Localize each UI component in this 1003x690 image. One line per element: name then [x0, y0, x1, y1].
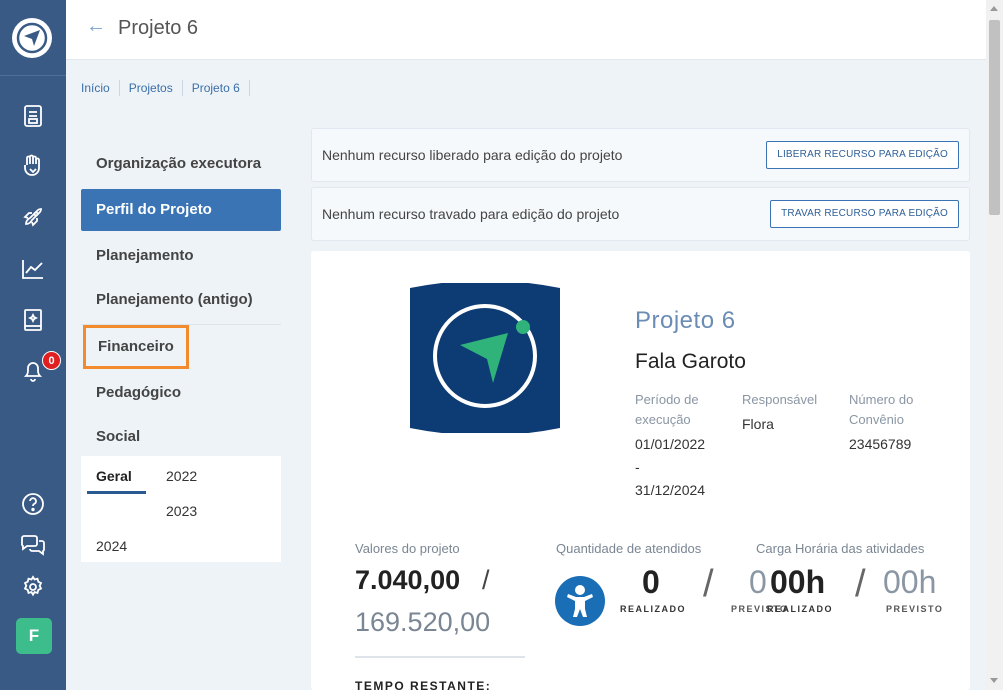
- valor-slash: /: [482, 565, 490, 595]
- tab-2023[interactable]: 2023: [166, 503, 197, 519]
- unlocked-resources-card: Nenhum recurso liberado para edição do p…: [311, 128, 970, 182]
- tempo-restante-label: TEMPO RESTANTE:: [355, 679, 492, 690]
- valor-realizado: 7.040,00: [355, 565, 461, 595]
- carga-slash: /: [855, 563, 866, 605]
- project-subtitle: Fala Garoto: [635, 350, 746, 373]
- unlocked-resources-text: Nenhum recurso liberado para edição do p…: [322, 147, 623, 163]
- scrollbar[interactable]: [986, 0, 1003, 690]
- menu-item-perfil[interactable]: Perfil do Projeto: [81, 189, 281, 231]
- notification-badge: 0: [42, 351, 61, 370]
- carga-label: Carga Horária das atividades: [756, 541, 925, 556]
- top-header: ← Projeto 6: [66, 0, 986, 60]
- menu-item-social[interactable]: Social: [81, 415, 281, 459]
- periodo-dash: -: [635, 459, 640, 475]
- project-logo: [410, 280, 560, 436]
- avatar[interactable]: F: [16, 618, 52, 654]
- atendidos-slash: /: [703, 563, 714, 605]
- hand-heart-icon[interactable]: [19, 152, 47, 180]
- scroll-down-icon[interactable]: [990, 678, 998, 683]
- project-name: Projeto 6: [635, 307, 736, 334]
- menu-item-financeiro[interactable]: Financeiro: [83, 325, 189, 369]
- atendidos-realizado: 0: [642, 564, 660, 600]
- project-menu: Organização executora Perfil do Projeto …: [81, 142, 281, 459]
- carga-realizado: 00h: [770, 564, 826, 600]
- rocket-icon[interactable]: [19, 203, 47, 231]
- book-sparkle-icon[interactable]: [19, 306, 47, 334]
- periodo-end: 31/12/2024: [635, 482, 706, 498]
- breadcrumb: Início Projetos Projeto 6: [81, 80, 259, 96]
- carga-realizado-label: REALIZADO: [767, 604, 833, 614]
- carga-previsto-label: PREVISTO: [886, 604, 944, 614]
- convenio-label: Número do Convênio: [849, 392, 914, 427]
- locked-resources-text: Nenhum recurso travado para edição do pr…: [322, 206, 620, 222]
- app-logo[interactable]: [12, 18, 52, 58]
- tab-2024[interactable]: 2024: [96, 538, 127, 554]
- page-title: Projeto 6: [118, 17, 199, 39]
- menu-item-organizacao[interactable]: Organização executora: [81, 142, 281, 186]
- carga-previsto: 00h: [883, 564, 937, 600]
- valores-label: Valores do projeto: [355, 541, 460, 556]
- tab-geral[interactable]: Geral: [96, 468, 132, 484]
- year-tabs: Geral 2022 2023 2024: [81, 456, 281, 562]
- chat-icon[interactable]: [19, 531, 47, 559]
- atendidos-realizado-label: REALIZADO: [620, 604, 686, 614]
- menu-item-planejamento-antigo[interactable]: Planejamento (antigo): [81, 278, 281, 322]
- menu-item-pedagogico[interactable]: Pedagógico: [81, 371, 281, 415]
- tab-2022[interactable]: 2022: [166, 468, 197, 484]
- atendidos-previsto: 0: [749, 564, 767, 600]
- atendidos-label: Quantidade de atendidos: [556, 541, 702, 556]
- breadcrumb-inicio[interactable]: Início: [81, 80, 120, 96]
- tab-underline: [87, 491, 146, 494]
- locked-resources-card: Nenhum recurso travado para edição do pr…: [311, 187, 970, 241]
- sidebar-rail: 0 F: [0, 0, 66, 690]
- periodo-label: Período de execução: [635, 392, 699, 427]
- arrow-left-icon[interactable]: ←: [86, 15, 106, 38]
- project-profile-panel: Projeto 6 Fala Garoto Período de execuçã…: [311, 251, 970, 690]
- periodo-start: 01/01/2022: [635, 436, 706, 452]
- gear-icon[interactable]: [19, 573, 47, 601]
- unlock-resource-button[interactable]: LIBERAR RECURSO PARA EDIÇÃO: [766, 141, 959, 169]
- help-icon[interactable]: [19, 490, 47, 518]
- scroll-up-icon[interactable]: [990, 6, 998, 11]
- document-icon[interactable]: [19, 102, 47, 130]
- person-icon: [555, 576, 605, 626]
- responsavel-value: Flora: [742, 416, 774, 432]
- valor-total: 169.520,00: [355, 607, 491, 637]
- scrollbar-thumb[interactable]: [989, 20, 1000, 215]
- chart-line-icon[interactable]: [19, 255, 47, 283]
- breadcrumb-projetos[interactable]: Projetos: [129, 80, 183, 96]
- responsavel-label: Responsável: [742, 392, 818, 407]
- menu-item-planejamento[interactable]: Planejamento: [81, 234, 281, 278]
- lock-resource-button[interactable]: TRAVAR RECURSO PARA EDIÇÃO: [770, 200, 959, 228]
- breadcrumb-projeto[interactable]: Projeto 6: [192, 80, 250, 96]
- convenio-value: 23456789: [849, 436, 912, 452]
